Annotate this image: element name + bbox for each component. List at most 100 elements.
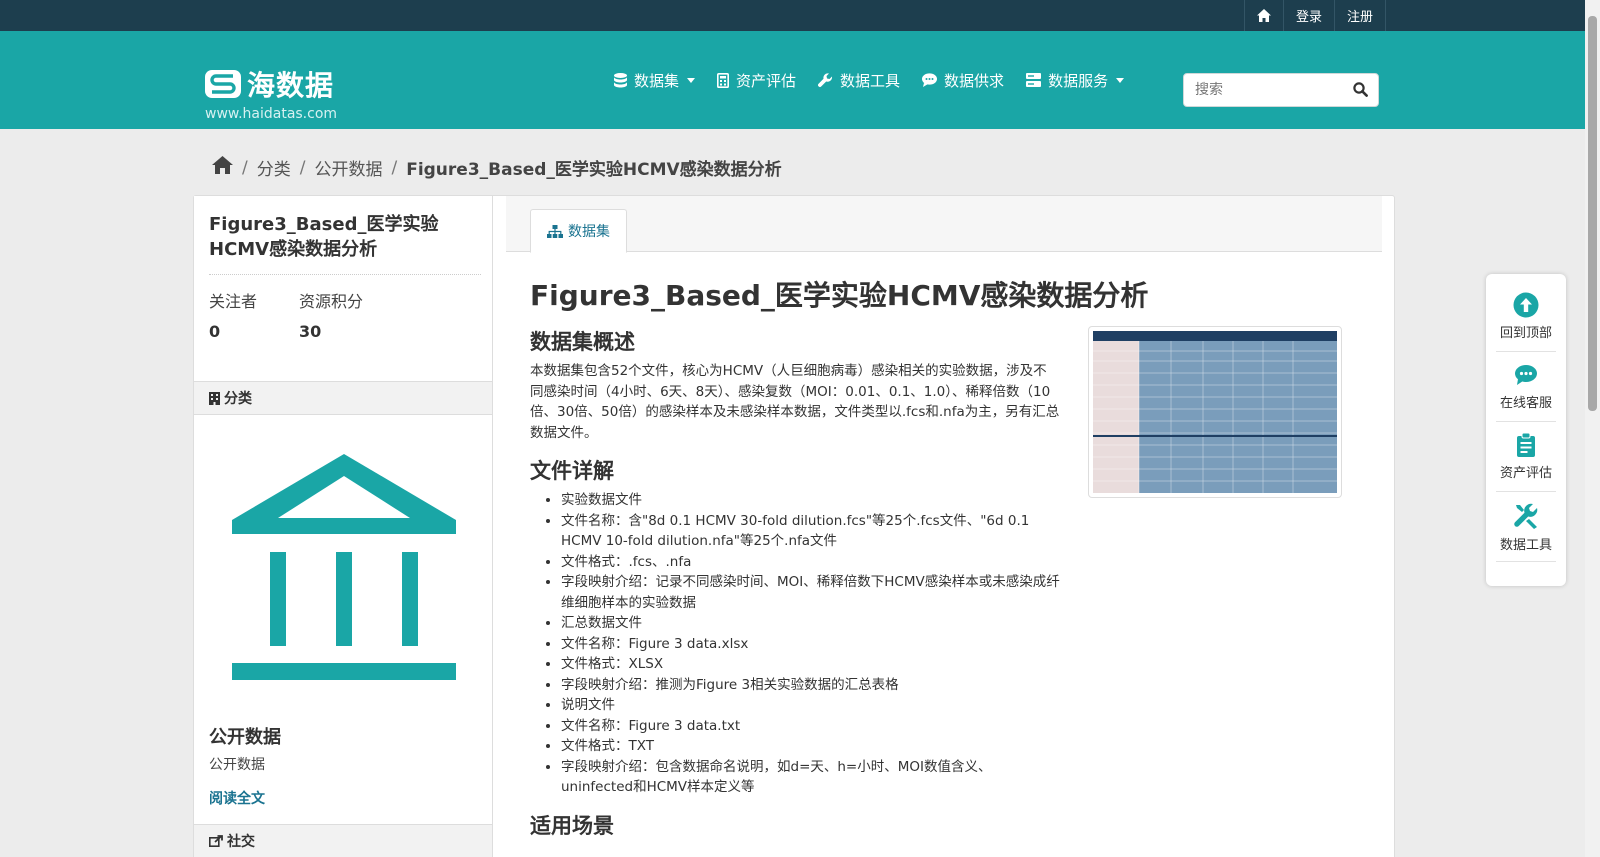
headset-icon: [1515, 365, 1537, 385]
data-tools-button[interactable]: 数据工具: [1496, 492, 1556, 562]
category-name: 公开数据: [209, 727, 281, 748]
top-links: 登录 注册: [1243, 0, 1386, 31]
tab-label: 数据集: [568, 224, 610, 240]
stat-value: 0: [209, 322, 221, 341]
list-item: 文件格式：TXT: [561, 736, 1060, 757]
server-icon: [1026, 73, 1042, 87]
breadcrumb-separator: /: [391, 157, 398, 178]
login-link[interactable]: 登录: [1282, 0, 1334, 31]
building-icon: [209, 391, 220, 405]
list-item: 实验数据文件: [561, 490, 1060, 511]
floating-toolbar: 回到顶部 在线客服 资产评估 数据工具: [1486, 274, 1566, 586]
float-label: 回到顶部: [1499, 326, 1552, 341]
list-item: 字段映射介绍：包含数据命名说明，如d=天、h=小时、MOI数值含义、uninfe…: [561, 757, 1060, 798]
logo-mark-icon: [205, 70, 241, 98]
dataset-stats: 关注者 0 资源积分 30: [209, 288, 389, 341]
category-description: 公开数据: [209, 757, 265, 773]
scrollbar-thumb[interactable]: [1588, 16, 1597, 411]
chevron-down-icon: [687, 77, 696, 83]
nav-data-supply[interactable]: 数据供求: [922, 70, 1004, 91]
search-input[interactable]: [1184, 74, 1334, 106]
breadcrumb-item[interactable]: 分类: [257, 155, 291, 180]
list-item: 文件名称：含"8d 0.1 HCMV 30-fold dilution.fcs"…: [561, 511, 1060, 552]
table-preview-image: [1093, 331, 1337, 493]
tab-bar: 数据集: [506, 196, 1382, 253]
page-title: Figure3_Based_医学实验HCMV感染数据分析: [530, 279, 1149, 312]
list-item: 字段映射介绍：推测为Figure 3相关实验数据的汇总表格: [561, 675, 1060, 696]
list-item: 字段映射介绍：记录不同感染时间、MOI、稀释倍数下HCMV感染样本或未感染成纤维…: [561, 572, 1060, 613]
home-icon: [1256, 9, 1271, 22]
search-box: [1183, 73, 1379, 107]
stat-label: 资源积分: [299, 292, 364, 311]
breadcrumb-current: Figure3_Based_医学实验HCMV感染数据分析: [406, 160, 782, 180]
online-service-button[interactable]: 在线客服: [1496, 352, 1556, 422]
site-logo[interactable]: 海数据: [205, 64, 334, 104]
calculator-icon: [717, 72, 730, 88]
site-url: www.haidatas.com: [205, 106, 338, 122]
overview-text: 本数据集包含52个文件，核心为HCMV（人巨细胞病毒）感染相关的实验数据，涉及不…: [530, 363, 1060, 441]
nav-label: 数据集: [634, 71, 680, 90]
list-item: 文件格式：XLSX: [561, 654, 1060, 675]
breadcrumb-home[interactable]: [212, 156, 233, 179]
usage-heading: 适用场景: [530, 813, 614, 838]
list-item: 说明文件: [561, 695, 1060, 716]
main-content: 数据集 Figure3_Based_医学实验HCMV感染数据分析 数据集概述 本…: [494, 196, 1394, 857]
nav-data-tools[interactable]: 数据工具: [818, 70, 900, 91]
nav-label: 数据工具: [840, 71, 901, 90]
sitemap-icon: [547, 224, 563, 238]
list-item: 文件名称：Figure 3 data.txt: [561, 716, 1060, 737]
section-label: 社交: [227, 834, 255, 850]
nav-asset-eval[interactable]: 资产评估: [717, 70, 796, 91]
nav-label: 数据服务: [1048, 71, 1109, 90]
social-heading: 社交: [194, 824, 492, 857]
home-icon: [212, 156, 233, 174]
file-list: 实验数据文件 文件名称：含"8d 0.1 HCMV 30-fold diluti…: [530, 490, 1060, 798]
nav-data-services[interactable]: 数据服务: [1026, 70, 1125, 91]
top-bar: 登录 注册: [0, 0, 1600, 31]
wrench-icon: [818, 72, 833, 87]
main-nav: 数据集 资产评估 数据工具 数据供求 数据服务: [614, 31, 1146, 129]
chevron-down-icon: [1116, 77, 1125, 83]
arrow-up-circle-icon: [1513, 292, 1539, 318]
content-panel: Figure3_Based_医学实验HCMV感染数据分析 关注者 0 资源积分 …: [193, 195, 1395, 857]
asset-eval-button[interactable]: 资产评估: [1496, 422, 1556, 492]
dataset-preview-image[interactable]: [1088, 326, 1342, 498]
float-label: 资产评估: [1499, 466, 1552, 481]
page-scrollbar[interactable]: [1585, 0, 1600, 857]
masthead: 海数据 www.haidatas.com 数据集 资产评估 数据工具 数据供求 …: [0, 31, 1600, 129]
overview-heading: 数据集概述: [530, 330, 635, 354]
tools-icon: [1514, 503, 1538, 529]
breadcrumb: / 分类 / 公开数据 / Figure3_Based_医学实验HCMV感染数据…: [212, 155, 782, 180]
institution-icon: [232, 454, 456, 680]
files-heading: 文件详解: [530, 459, 614, 483]
database-icon: [614, 72, 627, 87]
list-item: 汇总数据文件: [561, 613, 1060, 634]
dataset-title: Figure3_Based_医学实验HCMV感染数据分析: [209, 212, 481, 275]
stat-followers: 关注者 0: [209, 288, 299, 341]
back-to-top-button[interactable]: 回到顶部: [1496, 282, 1556, 352]
search-button[interactable]: [1353, 82, 1368, 101]
breadcrumb-separator: /: [242, 157, 248, 178]
stat-label: 关注者: [209, 292, 258, 311]
home-link[interactable]: [1243, 0, 1283, 31]
list-item: 文件名称：Figure 3 data.xlsx: [561, 634, 1060, 655]
tab-dataset[interactable]: 数据集: [530, 209, 627, 253]
float-label: 在线客服: [1499, 396, 1552, 411]
search-icon: [1353, 82, 1368, 97]
list-item: 文件格式：.fcs、.nfa: [561, 552, 1060, 573]
share-icon: [209, 835, 223, 847]
float-label: 数据工具: [1499, 538, 1552, 553]
clipboard-icon: [1517, 432, 1535, 457]
category-heading: 分类: [194, 381, 492, 415]
register-link[interactable]: 注册: [1333, 0, 1386, 31]
read-more-link[interactable]: 阅读全文: [209, 788, 265, 808]
comment-icon: [922, 73, 938, 87]
dataset-description: 数据集概述 本数据集包含52个文件，核心为HCMV（人巨细胞病毒）感染相关的实验…: [530, 326, 1060, 845]
nav-datasets[interactable]: 数据集: [614, 70, 696, 91]
sidebar: Figure3_Based_医学实验HCMV感染数据分析 关注者 0 资源积分 …: [194, 196, 493, 857]
brand-name: 海数据: [247, 69, 335, 102]
stat-value: 30: [299, 322, 322, 341]
stat-points: 资源积分 30: [299, 288, 389, 341]
section-label: 分类: [224, 391, 252, 407]
breadcrumb-item[interactable]: 公开数据: [314, 155, 382, 180]
